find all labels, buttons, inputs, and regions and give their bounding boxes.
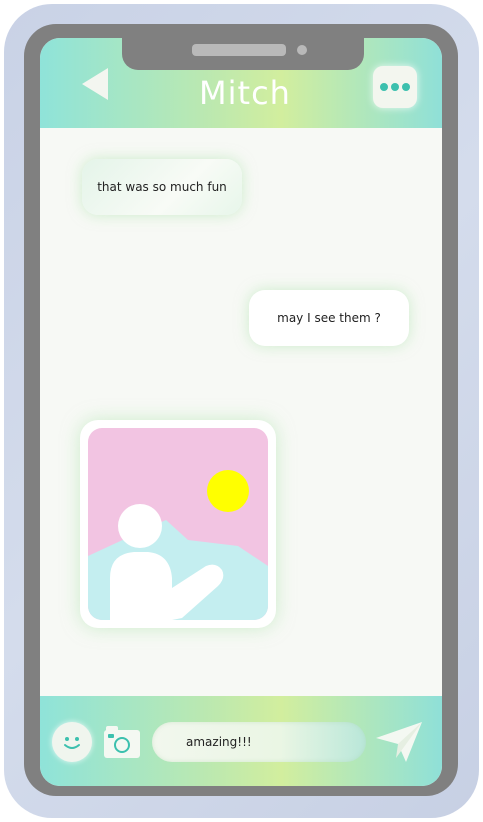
camera-icon <box>104 726 140 758</box>
send-icon <box>376 722 422 762</box>
image-placeholder-icon <box>88 428 268 620</box>
speaker-grille <box>192 44 286 56</box>
front-camera <box>297 45 307 55</box>
more-options-button[interactable] <box>373 66 417 108</box>
back-arrow-icon <box>82 68 108 100</box>
more-options-icon <box>380 83 388 91</box>
more-options-dot <box>391 83 399 91</box>
message-input[interactable] <box>152 722 366 762</box>
more-options-dot <box>402 83 410 91</box>
back-button[interactable] <box>76 66 116 102</box>
camera-button[interactable] <box>102 722 142 760</box>
message-text: that was so much fun <box>97 180 227 194</box>
incoming-message-bubble: that was so much fun <box>82 159 242 215</box>
outgoing-message-bubble: may I see them ? <box>249 290 409 346</box>
send-button[interactable] <box>374 718 426 764</box>
smiley-icon <box>64 737 80 749</box>
chat-screen <box>40 38 442 786</box>
contact-name: Mitch <box>199 74 291 112</box>
emoji-button[interactable] <box>52 722 92 762</box>
message-text: may I see them ? <box>277 311 381 325</box>
